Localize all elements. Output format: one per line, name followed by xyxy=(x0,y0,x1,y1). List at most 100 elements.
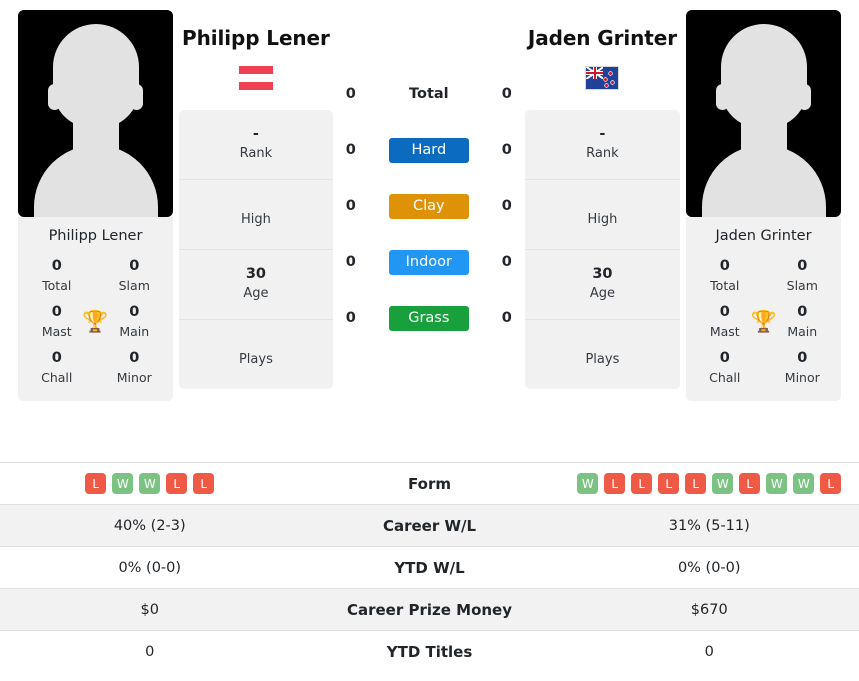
left-titles-total: 0 Total xyxy=(18,253,96,299)
avatar-ear-left-icon xyxy=(716,84,730,110)
left-form-badges: LWWLL xyxy=(0,473,300,494)
left-ytd-titles: 0 xyxy=(145,643,155,660)
player-comparison-header: Philipp Lener 0 Total 0 Slam 0 Mast 0 Ma… xyxy=(0,0,859,462)
flag-band-bottom xyxy=(238,82,273,90)
right-player-flag-wrap xyxy=(525,66,680,92)
right-surface-indoor-count: 0 xyxy=(501,254,512,270)
surface-label-indoor: Indoor xyxy=(388,249,469,275)
left-info-high: High xyxy=(179,180,333,250)
left-info-plays-label: Plays xyxy=(238,351,273,367)
trophy-icon: 🏆 xyxy=(750,309,777,334)
left-info-plays: Plays xyxy=(179,320,333,389)
right-titles-minor-value: 0 xyxy=(797,350,808,367)
left-surface-hard-count: 0 xyxy=(345,142,356,158)
right-info-plays-label: Plays xyxy=(585,351,620,367)
right-info-rank-label: Rank xyxy=(586,146,619,162)
left-info-rank-value: - xyxy=(252,126,259,143)
left-titles-slam: 0 Slam xyxy=(96,253,174,299)
avatar-body-icon xyxy=(701,145,826,217)
flag-cross-vertical-red xyxy=(594,67,596,79)
surface-row-indoor: 0 Indoor 0 xyxy=(339,234,519,290)
right-titles-minor-label: Minor xyxy=(784,369,820,385)
right-player-titles-panel: Jaden Grinter 0 Total 0 Slam 0 Mast 0 Ma… xyxy=(686,217,842,402)
surface-label-grass: Grass xyxy=(388,305,469,331)
form-badge-l: L xyxy=(820,473,842,494)
right-career-prize-money: $670 xyxy=(690,601,728,618)
left-titles-total-value: 0 xyxy=(51,258,62,274)
label-ytd-wl: YTD W/L xyxy=(394,558,465,577)
surface-titles-column: 0 Total 0 0 Hard 0 0 Clay 0 0 Indoor 0 0… xyxy=(339,10,519,346)
right-titles-chall: 0 Chall xyxy=(686,345,764,391)
right-player-card: Jaden Grinter 0 Total 0 Slam 0 Mast 0 Ma… xyxy=(686,10,842,402)
left-career-prize-money: $0 xyxy=(140,601,159,618)
surface-row-hard: 0 Hard 0 xyxy=(339,122,519,178)
right-surface-grass-count: 0 xyxy=(501,310,512,326)
label-career-wl: Career W/L xyxy=(382,516,477,535)
label-form: Form xyxy=(408,474,451,493)
left-surface-indoor-count: 0 xyxy=(345,254,356,270)
austria-flag-icon xyxy=(238,66,273,90)
form-badge-w: W xyxy=(712,473,734,494)
left-titles-chall-label: Chall xyxy=(41,369,73,385)
left-titles-minor-value: 0 xyxy=(129,350,140,367)
left-titles-slam-value: 0 xyxy=(129,258,140,274)
right-surface-hard-count: 0 xyxy=(501,142,512,158)
table-row-ytd-wl: 0% (0-0) YTD W/L 0% (0-0) xyxy=(0,546,859,589)
right-titles-minor: 0 Minor xyxy=(764,345,842,391)
label-ytd-titles: YTD Titles xyxy=(386,642,473,661)
form-badge-l: L xyxy=(631,473,653,494)
left-player-photo xyxy=(18,10,173,217)
avatar-ear-right-icon xyxy=(130,84,143,110)
surface-label-total: Total xyxy=(409,85,449,102)
right-player-photo xyxy=(686,10,842,217)
right-surface-clay-count: 0 xyxy=(501,198,512,214)
form-badge-w: W xyxy=(766,473,788,494)
right-player-name: Jaden Grinter xyxy=(527,26,677,50)
left-titles-chall-value: 0 xyxy=(51,350,62,367)
left-player-titles-panel: Philipp Lener 0 Total 0 Slam 0 Mast 0 Ma… xyxy=(18,217,173,402)
avatar-head-icon xyxy=(52,24,139,128)
avatar-body-icon xyxy=(33,145,158,217)
left-titles-total-label: Total xyxy=(42,277,72,293)
flag-star-2 xyxy=(604,78,608,82)
surface-label-clay: Clay xyxy=(388,193,469,219)
left-info-age: 30 Age xyxy=(179,250,333,320)
label-career-prize-money: Career Prize Money xyxy=(346,600,512,619)
right-form-badges: WLLLLWLWWL xyxy=(560,473,859,494)
left-card-player-name: Philipp Lener xyxy=(48,228,143,244)
form-badge-l: L xyxy=(85,473,107,494)
form-badge-l: L xyxy=(739,473,761,494)
right-info-rank: - Rank xyxy=(524,110,681,180)
right-titles-slam-label: Slam xyxy=(786,277,818,293)
left-titles-slam-label: Slam xyxy=(118,277,150,293)
table-row-ytd-titles: 0 YTD Titles 0 xyxy=(0,630,859,673)
form-badge-l: L xyxy=(604,473,626,494)
surface-row-total: 0 Total 0 xyxy=(339,66,519,122)
right-player-info-panel: - Rank High 30 Age Plays xyxy=(524,110,681,389)
right-surface-total-count: 0 xyxy=(501,86,512,102)
right-titles-slam-value: 0 xyxy=(797,258,808,274)
trophy-icon: 🏆 xyxy=(82,309,109,334)
avatar-ear-left-icon xyxy=(48,84,61,110)
form-badge-w: W xyxy=(793,473,815,494)
new-zealand-flag-icon xyxy=(585,66,620,90)
table-row-form: LWWLL Form WLLLLWLWWL xyxy=(0,462,859,505)
left-surface-total-count: 0 xyxy=(345,86,356,102)
right-titles-slam: 0 Slam xyxy=(764,253,842,299)
flag-band-top xyxy=(238,66,273,74)
right-ytd-wl: 0% (0-0) xyxy=(677,559,741,576)
right-player-info-column: Jaden Grinter - Rank High 30 Age Plays xyxy=(519,10,686,389)
left-titles-minor-label: Minor xyxy=(116,369,152,385)
left-surface-clay-count: 0 xyxy=(345,198,356,214)
left-titles-minor: 0 Minor xyxy=(96,345,174,391)
left-info-age-value: 30 xyxy=(245,266,266,283)
left-info-age-label: Age xyxy=(243,286,269,302)
form-badge-w: W xyxy=(577,473,599,494)
right-info-plays: Plays xyxy=(525,320,680,389)
right-info-age-value: 30 xyxy=(592,266,613,283)
left-player-info-panel: - Rank High 30 Age Plays xyxy=(179,110,333,389)
left-info-rank-label: Rank xyxy=(239,146,273,162)
left-titles-grid: 0 Total 0 Slam 0 Mast 0 Main 0 Chall 0 M… xyxy=(18,253,173,391)
left-player-info-column: Philipp Lener - Rank High 30 Age Plays xyxy=(173,10,339,389)
left-player-name: Philipp Lener xyxy=(182,26,330,50)
